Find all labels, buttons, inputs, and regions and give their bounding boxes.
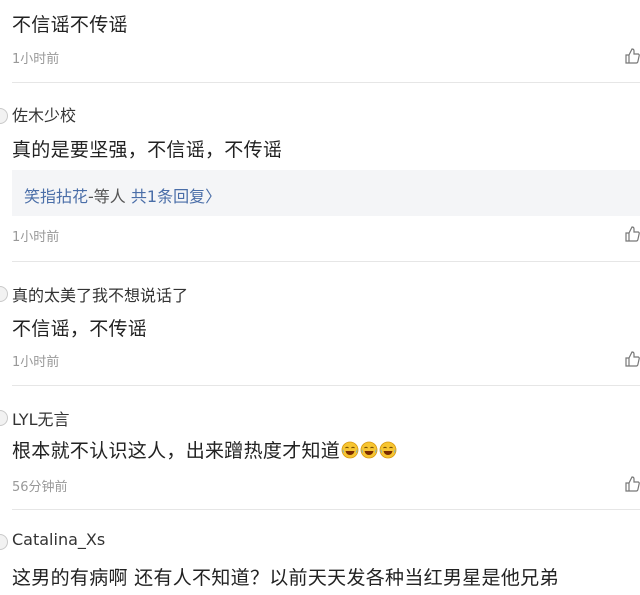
laughing-tears-emoji-icon [341, 441, 359, 459]
avatar[interactable] [0, 534, 8, 550]
comment-content: 不信谣不传谣 [12, 14, 128, 36]
comment-username[interactable]: 真的太美了我不想说话了 [12, 282, 188, 306]
avatar[interactable] [0, 108, 8, 124]
comment-item: 真的太美了我不想说话了 不信谣，不传谣 1小时前 [0, 262, 640, 386]
chevron-right-icon[interactable]: 〉 [205, 187, 221, 206]
laughing-tears-emoji-icon [379, 441, 397, 459]
thumbs-up-icon[interactable] [624, 476, 640, 492]
comment-username[interactable]: LYL无言 [12, 406, 69, 430]
avatar[interactable] [0, 410, 8, 426]
avatar[interactable] [0, 286, 8, 302]
reply-count[interactable]: 共1条回复 [131, 187, 205, 206]
reply-usernames[interactable]: 笑指拈花 [24, 187, 88, 206]
comment-time: 1小时前 [12, 355, 60, 370]
thumbs-up-icon[interactable] [624, 351, 640, 367]
reply-summary-text[interactable]: 笑指拈花-等人 共1条回复〉 [24, 183, 221, 207]
reply-summary[interactable]: 笑指拈花-等人 共1条回复〉 [12, 170, 640, 216]
comment-time: 1小时前 [12, 52, 60, 67]
comment-text: 根本就不认识这人，出来蹭热度才知道 [12, 440, 341, 462]
thumbs-up-icon[interactable] [624, 226, 640, 242]
comment-item: Catalina_Xs 这男的有病啊 还有人不知道？以前天天发各种当红男星是他兄… [0, 510, 640, 595]
comment-item: 佐木少校 真的是要坚强，不信谣，不传谣 笑指拈花-等人 共1条回复〉 1小时前 [0, 84, 640, 262]
comment-username[interactable]: 佐木少校 [12, 102, 76, 126]
comment-content: 不信谣，不传谣 [12, 318, 148, 340]
thumbs-up-icon[interactable] [624, 48, 640, 64]
laughing-tears-emoji-icon [360, 441, 378, 459]
comment-item: 不信谣不传谣 1小时前 [0, 0, 640, 84]
comment-content: 根本就不认识这人，出来蹭热度才知道 [12, 436, 397, 463]
comment-time: 1小时前 [12, 230, 60, 245]
comment-username[interactable]: Catalina_Xs [12, 530, 105, 549]
comment-item: LYL无言 根本就不认识这人，出来蹭热度才知道 56分钟前 [0, 386, 640, 510]
reply-suffix: -等人 [88, 187, 126, 206]
comment-time: 56分钟前 [12, 480, 68, 495]
comment-content: 真的是要坚强，不信谣，不传谣 [12, 139, 283, 161]
divider [12, 82, 640, 83]
comment-content: 这男的有病啊 还有人不知道？以前天天发各种当红男星是他兄弟 [12, 567, 559, 589]
